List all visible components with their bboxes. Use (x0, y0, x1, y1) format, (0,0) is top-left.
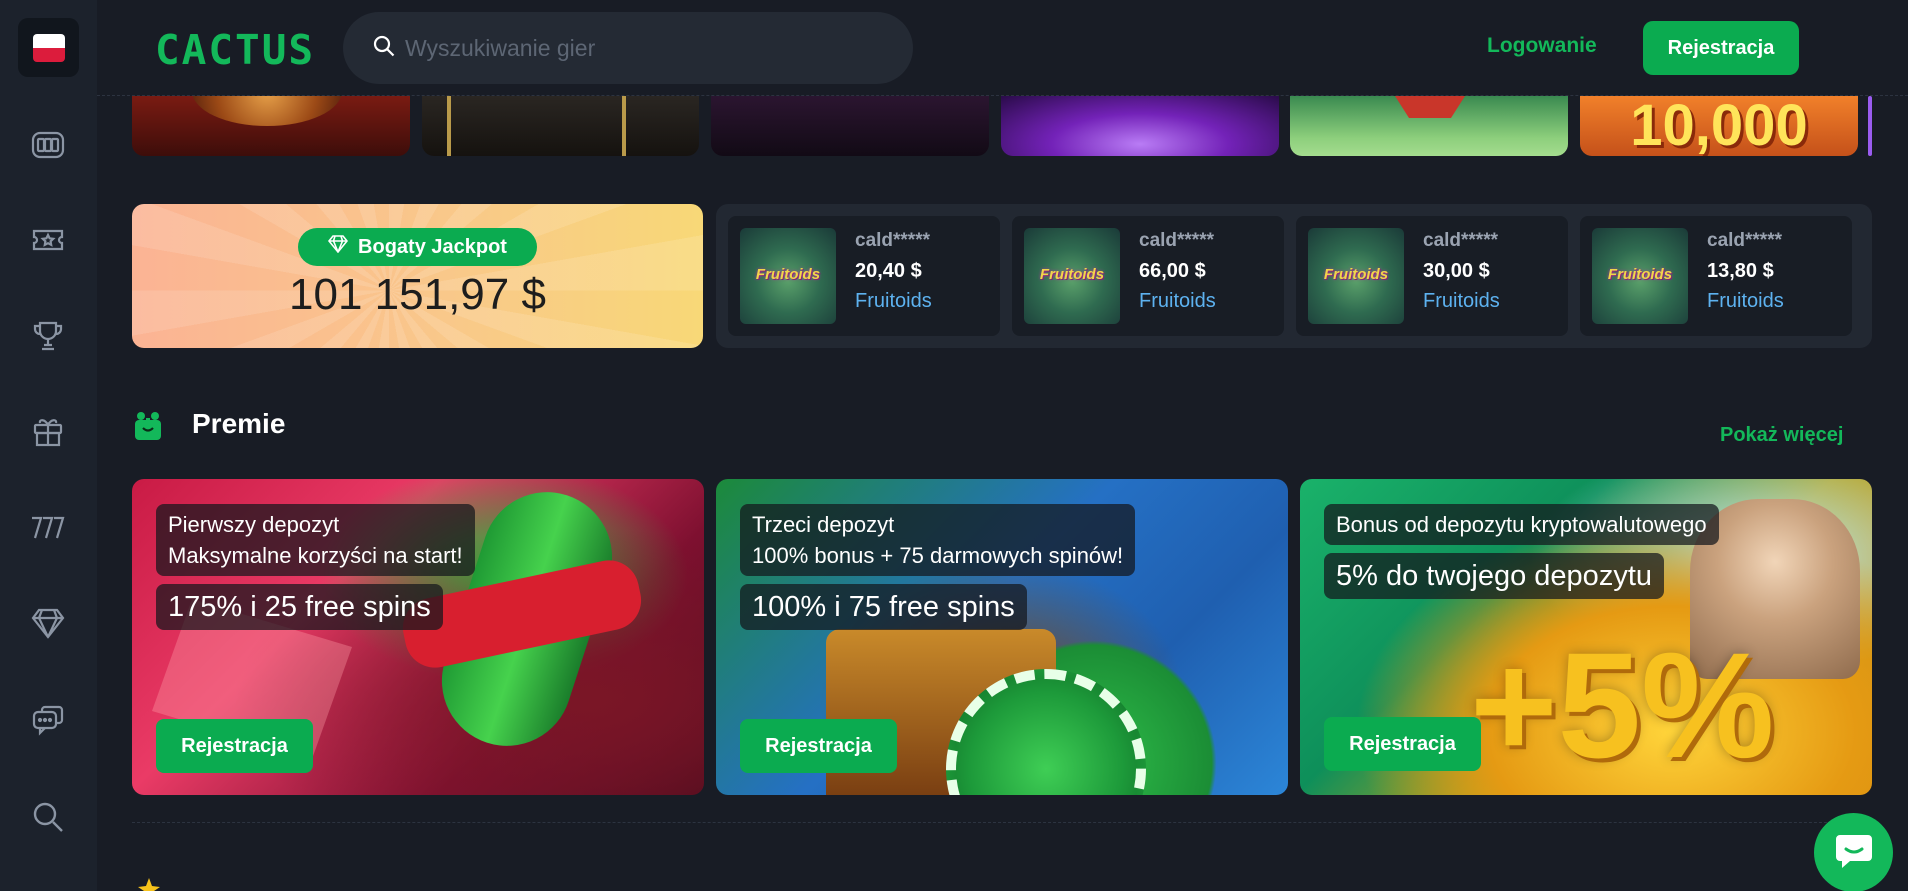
winner-user: cald***** (855, 230, 930, 251)
winner-amount: 30,00 $ (1423, 260, 1490, 282)
winner-amount: 20,40 $ (855, 260, 922, 282)
game-thumbnail: Fruitoids (740, 228, 836, 324)
game-thumbnail[interactable] (711, 96, 989, 156)
game-thumbnail: Fruitoids (1308, 228, 1404, 324)
promo-headline: 100% i 75 free spins (740, 584, 1027, 630)
winner-user: cald***** (1707, 230, 1782, 251)
winner-card[interactable]: Fruitoids cald***** 30,00 $ Fruitoids (1296, 216, 1568, 336)
trophy-icon[interactable] (28, 316, 68, 356)
sevens-icon[interactable] (28, 508, 68, 548)
section-title: Premie (192, 408, 286, 439)
promo-art-text: +5% (1470, 621, 1775, 789)
register-button[interactable]: Rejestracja (1643, 21, 1799, 75)
promo-register-button[interactable]: Rejestracja (156, 719, 313, 773)
game-thumbnail[interactable]: 10,000 (1580, 96, 1858, 156)
gift-box-icon[interactable] (28, 411, 68, 451)
gift-icon (133, 410, 163, 447)
chat-support-icon[interactable] (28, 700, 68, 740)
search-icon[interactable] (28, 797, 68, 837)
promo-headline: 5% do twojego depozytu (1324, 553, 1664, 599)
language-selector[interactable] (18, 18, 79, 77)
star-icon (137, 878, 161, 891)
section-divider (132, 822, 1872, 823)
promo-register-button[interactable]: Rejestracja (1324, 717, 1481, 771)
live-casino-ticket-icon[interactable] (28, 220, 68, 260)
winner-user: cald***** (1423, 230, 1498, 251)
game-thumbnail: Fruitoids (1592, 228, 1688, 324)
diamond-icon[interactable] (28, 603, 68, 643)
game-thumbnail[interactable] (132, 96, 410, 156)
sidebar (0, 0, 97, 891)
game-thumbnail-edge (1868, 96, 1872, 156)
diamond-icon (328, 235, 349, 259)
jackpot-badge: Bogaty Jackpot (298, 228, 537, 266)
winner-card[interactable]: Fruitoids cald***** 66,00 $ Fruitoids (1012, 216, 1284, 336)
promo-subtitle: Bonus od depozytu kryptowalutowego (1324, 504, 1719, 545)
winner-game-link[interactable]: Fruitoids (855, 290, 932, 313)
search-icon (373, 35, 395, 62)
winner-game-link[interactable]: Fruitoids (1139, 290, 1216, 313)
winner-amount: 13,80 $ (1707, 260, 1774, 282)
poland-flag-icon (32, 33, 65, 62)
logo[interactable]: CACTUS (155, 26, 315, 74)
jackpot-amount: 101 151,97 $ (289, 270, 546, 319)
game-thumbnail[interactable] (422, 96, 699, 156)
chat-widget-button[interactable] (1814, 813, 1893, 891)
search-bar[interactable] (343, 12, 913, 84)
winner-game-link[interactable]: Fruitoids (1707, 290, 1784, 313)
promo-subtitle: Pierwszy depozyt Maksymalne korzyści na … (156, 504, 475, 576)
chat-bubble-icon (1834, 831, 1874, 874)
winner-user: cald***** (1139, 230, 1214, 251)
winner-amount: 66,00 $ (1139, 260, 1206, 282)
promo-headline: 175% i 25 free spins (156, 584, 443, 630)
winner-game-link[interactable]: Fruitoids (1423, 290, 1500, 313)
promo-register-button[interactable]: Rejestracja (740, 719, 897, 773)
game-thumbnail-text: 10,000 (1630, 96, 1808, 156)
jackpot-banner: Bogaty Jackpot 101 151,97 $ (132, 204, 703, 348)
slots-icon[interactable] (28, 125, 68, 165)
game-thumbnail[interactable] (1001, 96, 1279, 156)
show-more-link[interactable]: Pokaż więcej (1720, 424, 1843, 447)
recent-winners: Fruitoids cald***** 20,40 $ Fruitoids Fr… (716, 204, 1872, 348)
winner-card[interactable]: Fruitoids cald***** 13,80 $ Fruitoids (1580, 216, 1852, 336)
login-button[interactable]: Logowanie (1487, 34, 1597, 58)
jackpot-badge-label: Bogaty Jackpot (358, 235, 507, 258)
winner-card[interactable]: Fruitoids cald***** 20,40 $ Fruitoids (728, 216, 1000, 336)
promo-card[interactable]: Pierwszy depozyt Maksymalne korzyści na … (132, 479, 704, 795)
game-thumbnail[interactable] (1290, 96, 1568, 156)
header: CACTUS Logowanie Rejestracja (97, 0, 1908, 96)
promo-card[interactable]: +5% Bonus od depozytu kryptowalutowego 5… (1300, 479, 1872, 795)
search-input[interactable] (405, 34, 885, 62)
promo-card[interactable]: Trzeci depozyt 100% bonus + 75 darmowych… (716, 479, 1288, 795)
game-thumbnail: Fruitoids (1024, 228, 1120, 324)
promo-subtitle: Trzeci depozyt 100% bonus + 75 darmowych… (740, 504, 1136, 576)
